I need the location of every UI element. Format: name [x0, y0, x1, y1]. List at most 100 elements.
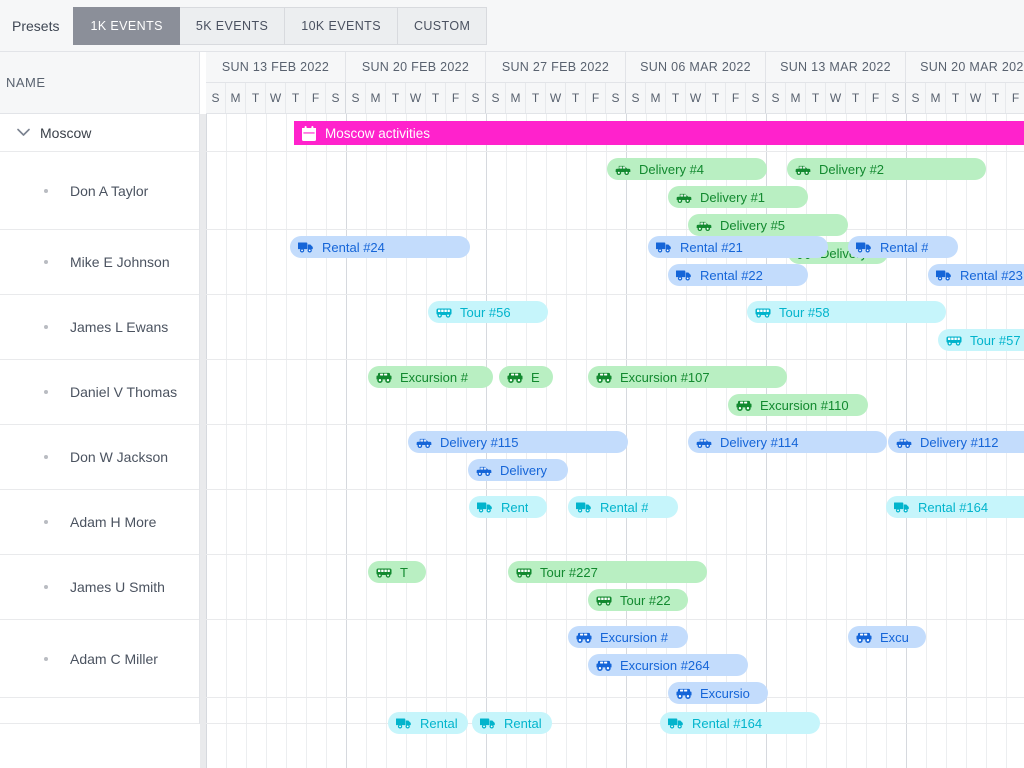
- event-bar[interactable]: Rental #22: [668, 264, 808, 286]
- column-splitter[interactable]: [200, 114, 206, 768]
- event-bar[interactable]: T: [368, 561, 426, 583]
- row-name-label: Don A Taylor: [70, 182, 149, 199]
- timeline-day-label: M: [926, 83, 946, 113]
- event-bar[interactable]: Delivery #1: [668, 186, 808, 208]
- resource-row[interactable]: James L Ewans: [0, 295, 199, 360]
- event-bar-label: Delivery #4: [639, 161, 705, 177]
- bus-icon: [755, 304, 771, 320]
- event-bar-label: Rent: [501, 499, 529, 515]
- event-bar[interactable]: Delivery #114: [688, 431, 887, 453]
- event-bar[interactable]: Rental #24: [290, 236, 470, 258]
- resource-row[interactable]: Adam H More: [0, 490, 199, 555]
- timeline-day-label: T: [246, 83, 266, 113]
- bus-icon: [596, 592, 612, 608]
- event-bar[interactable]: Rental #: [568, 496, 678, 518]
- timeline-header: SUN 13 FEB 2022 SUN 20 FEB 2022 SUN 27 FEB…: [206, 52, 1024, 114]
- timeline-row: Excursion # Excu Excursion #264 Excursio: [206, 620, 1024, 704]
- calendar-icon: [302, 125, 316, 141]
- preset-button-custom[interactable]: CUSTOM: [397, 6, 488, 45]
- event-bar[interactable]: Tour #22: [588, 589, 688, 611]
- event-bar[interactable]: Rent: [469, 496, 547, 518]
- event-bar[interactable]: Delivery: [468, 459, 568, 481]
- event-bar[interactable]: Rental #: [848, 236, 958, 258]
- event-bar[interactable]: Rental: [388, 712, 468, 734]
- resource-row[interactable]: [0, 698, 199, 724]
- event-bar[interactable]: Delivery #4: [607, 158, 767, 180]
- event-bar-label: Tour #22: [620, 592, 671, 608]
- timeline-week-label: SUN 06 MAR 2022: [626, 52, 766, 83]
- row-bullet-icon: [44, 325, 48, 329]
- resource-row[interactable]: Don W Jackson: [0, 425, 199, 490]
- timeline-day-label: S: [486, 83, 506, 113]
- timeline-day-label: T: [666, 83, 686, 113]
- row-bullet-icon: [44, 656, 48, 661]
- resource-row[interactable]: Don A Taylor: [0, 152, 199, 230]
- car-icon: [696, 434, 712, 450]
- row-bullet-icon: [44, 585, 48, 589]
- event-bar[interactable]: Delivery #112: [888, 431, 1024, 453]
- event-bar[interactable]: Delivery #115: [408, 431, 628, 453]
- timeline-week-row: SUN 13 FEB 2022 SUN 20 FEB 2022 SUN 27 FEB…: [206, 52, 1024, 83]
- event-bar-label: Delivery #114: [720, 434, 799, 450]
- event-bar-label: Tour #56: [460, 304, 511, 320]
- timeline-row: Delivery #4 Delivery #2 Delivery #1 Deliver…: [206, 152, 1024, 264]
- event-bar[interactable]: Excursion #264: [588, 654, 748, 676]
- truck-icon: [656, 239, 672, 255]
- timeline-row: Tour #56 Tour #58 Tour #57: [206, 295, 1024, 360]
- event-bar-label: Moscow activities: [325, 125, 431, 141]
- event-bar[interactable]: Rental #164: [886, 496, 1024, 518]
- event-bar[interactable]: Rental: [472, 712, 552, 734]
- row-name-label: James L Ewans: [70, 319, 169, 335]
- event-bar[interactable]: Delivery #2: [787, 158, 986, 180]
- event-bar[interactable]: Excursion #110: [728, 394, 868, 416]
- row-name-label: Adam C Miller: [70, 650, 158, 667]
- timeline-day-label: F: [306, 83, 326, 113]
- timeline-day-label: M: [506, 83, 526, 113]
- event-bar[interactable]: E: [499, 366, 553, 388]
- bus-icon: [516, 564, 532, 580]
- timeline-day-label: T: [706, 83, 726, 113]
- event-bar-label: Excursion #264: [620, 657, 710, 673]
- event-bar[interactable]: Excursion #107: [588, 366, 787, 388]
- truck-icon: [668, 715, 684, 731]
- event-bar[interactable]: Excursion #: [568, 626, 688, 648]
- resource-row[interactable]: Mike E Johnson: [0, 230, 199, 295]
- group-row[interactable]: Moscow: [0, 114, 199, 152]
- preset-button-10k-events[interactable]: 10K EVENTS: [285, 6, 398, 45]
- chevron-down-icon[interactable]: [14, 124, 32, 142]
- timeline-day-label: M: [646, 83, 666, 113]
- event-bar-label: Rental #164: [918, 499, 989, 515]
- preset-button-1k-events[interactable]: 1K EVENTS: [73, 6, 180, 45]
- resource-row[interactable]: Daniel V Thomas: [0, 360, 199, 425]
- timeline-day-label: W: [546, 83, 566, 113]
- row-bullet-icon: [44, 455, 48, 459]
- event-bar-label: Rental: [420, 715, 458, 731]
- resource-row[interactable]: Adam C Miller: [0, 620, 199, 698]
- timeline-body: Moscow activities Delivery #4 Delivery #2 D…: [206, 114, 1024, 768]
- timeline-day-label: W: [826, 83, 846, 113]
- event-bar[interactable]: Tour #227: [508, 561, 707, 583]
- jeep-icon: [856, 629, 872, 645]
- timeline-week-label: SUN 27 FEB 2022: [486, 52, 626, 83]
- event-bar-label: Delivery #112: [920, 434, 999, 450]
- jeep-icon: [376, 369, 392, 385]
- timeline-row: T Tour #227 Tour #22: [206, 555, 1024, 620]
- event-bar[interactable]: Rental #23: [928, 264, 1024, 286]
- timeline-day-label: T: [566, 83, 586, 113]
- project-summary-bar[interactable]: Moscow activities: [294, 121, 1024, 145]
- resource-row[interactable]: James U Smith: [0, 555, 199, 620]
- event-bar-label: Delivery: [500, 462, 547, 478]
- truck-icon: [894, 499, 910, 515]
- event-bar[interactable]: Rental #164: [660, 712, 820, 734]
- event-bar[interactable]: Rental #21: [648, 236, 828, 258]
- row-name-label: Don W Jackson: [70, 449, 169, 465]
- event-bar-label: Rental: [504, 715, 542, 731]
- event-bar-label: Tour #227: [540, 564, 598, 580]
- event-bar[interactable]: Tour #57: [938, 329, 1024, 351]
- truck-icon: [856, 239, 872, 255]
- event-bar[interactable]: Excursion #: [368, 366, 493, 388]
- event-bar[interactable]: Excu: [848, 626, 926, 648]
- preset-button-5k-events[interactable]: 5K EVENTS: [179, 6, 286, 45]
- event-bar[interactable]: Tour #56: [428, 301, 548, 323]
- event-bar[interactable]: Tour #58: [747, 301, 946, 323]
